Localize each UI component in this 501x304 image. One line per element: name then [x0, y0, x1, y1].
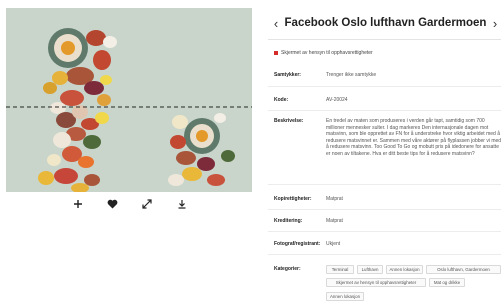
- category-tag[interactable]: Annen lokasjon: [326, 292, 364, 301]
- divider: [268, 231, 501, 232]
- category-tag[interactable]: Terminal: [326, 265, 354, 274]
- page-title: Facebook Oslo lufthavn Gardermoen: [284, 17, 487, 29]
- field-value: En tredel av maten som produseres i verd…: [326, 118, 501, 157]
- field-value: Trenger ikke samtykke: [326, 72, 377, 78]
- category-tag[interactable]: Oslo lufthavn, Gardermoen: [426, 265, 501, 274]
- category-tag[interactable]: Lufthavn: [357, 265, 383, 274]
- field-label: Kode:: [274, 97, 289, 103]
- expand-icon[interactable]: [139, 196, 155, 212]
- food-photo[interactable]: [6, 8, 252, 192]
- divider: [268, 209, 501, 210]
- divider: [268, 110, 501, 111]
- category-tag[interactable]: Skjermet av hensyn til opphavsrettighete…: [326, 278, 426, 287]
- divider: [268, 184, 501, 185]
- category-tags: Terminal Lufthavn Annen lokasjon Oslo lu…: [326, 265, 501, 304]
- status-notice: Skjermet av hensyn til opphavsrettighete…: [274, 50, 373, 56]
- heart-icon[interactable]: [105, 196, 121, 212]
- category-tag[interactable]: Mat og drikke: [429, 278, 465, 287]
- status-square-icon: [274, 51, 278, 55]
- field-label: Samtykker:: [274, 72, 301, 78]
- category-tag[interactable]: Annen lokasjon: [386, 265, 423, 274]
- divider: [268, 254, 501, 255]
- image-actions: [70, 196, 190, 212]
- download-icon[interactable]: [174, 196, 190, 212]
- title-divider: [268, 39, 501, 40]
- field-label: Beskrivelse:: [274, 118, 304, 124]
- field-value: Matprat: [326, 196, 343, 202]
- field-value: Matprat: [326, 218, 343, 224]
- status-text: Skjermet av hensyn til opphavsrettighete…: [281, 50, 373, 56]
- field-label: Kategorier:: [274, 266, 301, 272]
- next-arrow-icon[interactable]: ›: [489, 16, 501, 31]
- divider: [268, 86, 501, 87]
- field-value: Ukjent: [326, 241, 341, 247]
- add-icon[interactable]: [70, 196, 86, 212]
- field-label: Kreditering:: [274, 218, 303, 224]
- previous-arrow-icon[interactable]: ‹: [270, 16, 282, 31]
- field-label: Fotograf/registrant:: [274, 241, 321, 247]
- field-label: Kopirettigheter:: [274, 196, 312, 202]
- title-row: ‹ Facebook Oslo lufthavn Gardermoen ›: [270, 12, 501, 34]
- field-value: AV-20024: [326, 97, 348, 103]
